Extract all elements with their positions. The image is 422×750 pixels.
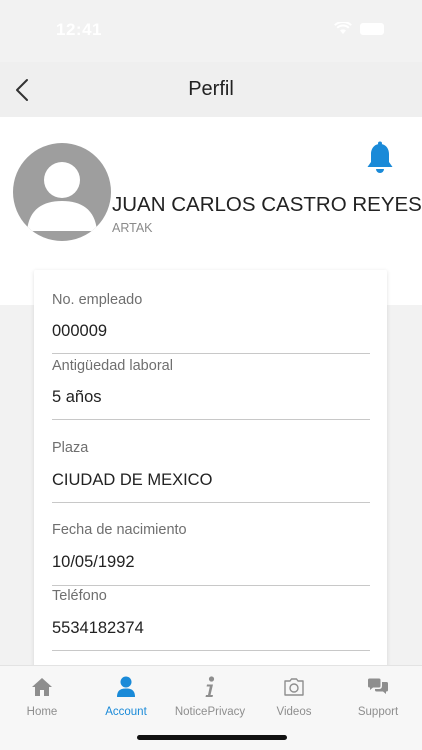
field-value: 5534182374 <box>52 619 144 637</box>
info-icon <box>198 675 222 699</box>
field-label: Fecha de nacimiento <box>52 522 187 538</box>
tab-label: Account <box>105 706 147 718</box>
field-value: 000009 <box>52 322 108 340</box>
field-employee-number: No. empleado 000009 <box>52 280 370 354</box>
page-title: Perfil <box>188 78 234 100</box>
tab-label: Support <box>357 706 399 718</box>
tab-notice-privacy[interactable]: NoticePrivacy <box>168 666 252 726</box>
user-company: ARTAK <box>112 221 153 235</box>
camera-icon <box>282 675 306 699</box>
tab-account[interactable]: Account <box>84 666 168 726</box>
battery-icon <box>360 22 384 35</box>
home-indicator <box>137 735 287 740</box>
field-value: CIUDAD DE MEXICO <box>52 471 213 489</box>
field-seniority: Antigüedad laboral 5 años <box>52 354 370 420</box>
status-icons <box>334 22 384 35</box>
field-value: 5 años <box>52 388 102 406</box>
chat-icon <box>366 675 390 699</box>
navigation-bar: Perfil <box>0 62 422 117</box>
tab-label: NoticePrivacy <box>174 706 246 718</box>
employee-info-card: No. empleado 000009 Antigüedad laboral 5… <box>34 270 387 670</box>
field-label: No. empleado <box>52 292 143 308</box>
field-label: Teléfono <box>52 588 107 604</box>
field-phone: Teléfono 5534182374 <box>52 586 370 651</box>
user-name: JUAN CARLOS CASTRO REYES <box>112 193 422 216</box>
field-label: Antigüedad laboral <box>52 358 173 374</box>
person-placeholder-icon <box>27 162 97 231</box>
person-icon <box>114 675 138 699</box>
tab-support[interactable]: Support <box>336 666 420 726</box>
tab-label: Home <box>26 706 58 718</box>
status-bar: 12:41 <box>0 0 422 62</box>
field-location: Plaza CIUDAD DE MEXICO <box>52 420 370 503</box>
home-icon <box>30 675 54 699</box>
bell-icon <box>367 141 393 173</box>
status-time: 12:41 <box>56 20 102 39</box>
notification-button[interactable] <box>365 141 395 177</box>
field-birth-date: Fecha de nacimiento 10/05/1992 <box>52 503 370 586</box>
wifi-icon <box>334 22 352 34</box>
field-label: Plaza <box>52 440 89 456</box>
tab-home[interactable]: Home <box>0 666 84 726</box>
tab-videos[interactable]: Videos <box>252 666 336 726</box>
avatar <box>13 143 111 241</box>
field-value: 10/05/1992 <box>52 553 135 571</box>
tab-label: Videos <box>276 706 312 718</box>
